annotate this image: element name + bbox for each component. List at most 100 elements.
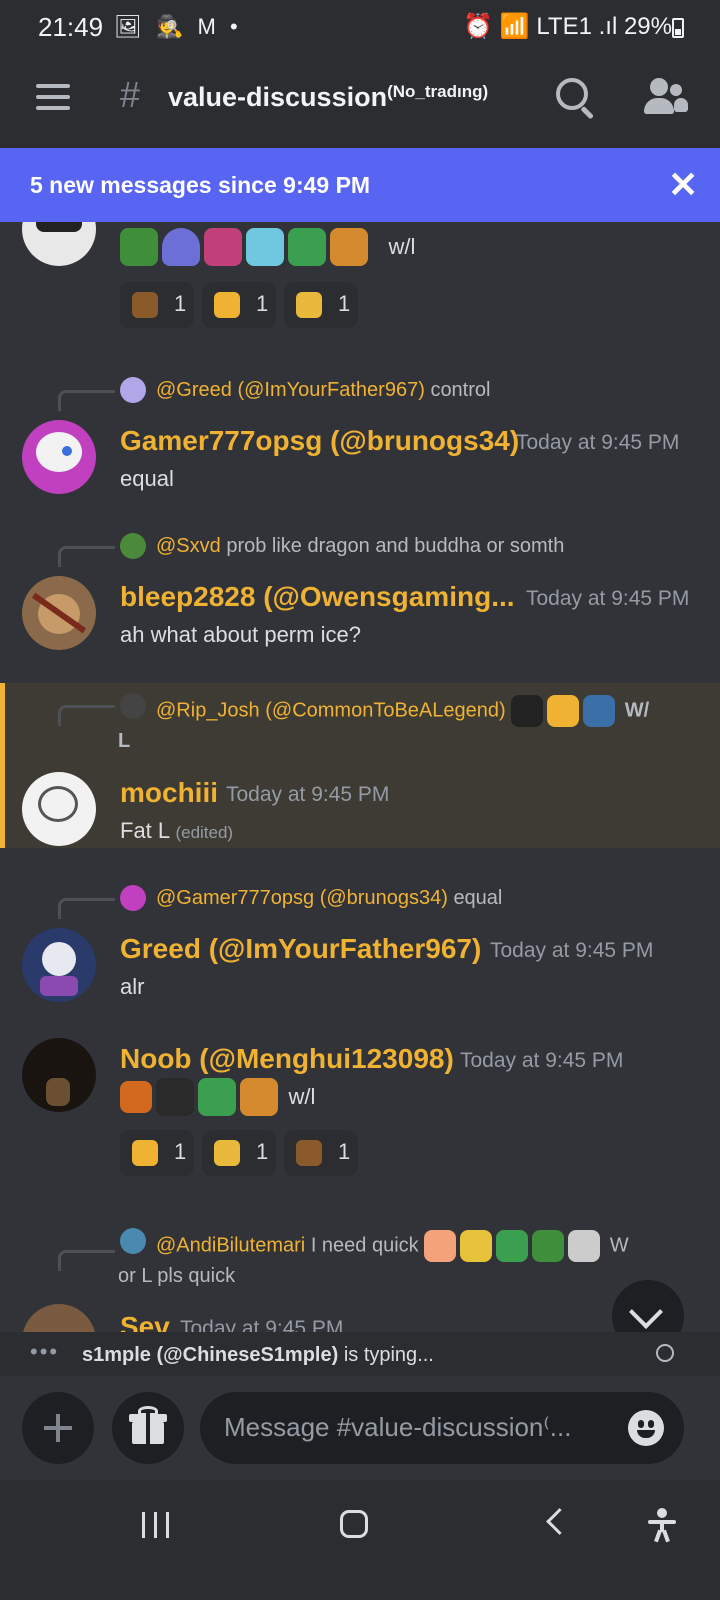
offer-want-emoji	[496, 1230, 529, 1262]
fruit-emoji	[120, 1081, 152, 1113]
reactions: 111	[120, 282, 366, 333]
reaction-poop[interactable]: 1	[120, 282, 194, 328]
reply-avatar[interactable]	[120, 885, 146, 911]
typing-text: s1mple (@ChineseS1mple) is typing...	[82, 1344, 434, 1366]
reply-preview-cont: L	[118, 730, 131, 752]
avatar[interactable]	[22, 222, 96, 266]
channel-title[interactable]: value-discussion(No_tradıng)	[168, 82, 488, 113]
message-input-placeholder: Message #value-discussion⁽...	[224, 1412, 572, 1442]
hash-lock-icon: #	[120, 74, 141, 115]
message-list[interactable]: w/l 111 @Greed (@ImYourFather967) contro…	[0, 222, 720, 1332]
typing-indicator: ••• s1mple (@ChineseS1mple) is typing...	[0, 1332, 720, 1376]
poop-icon	[132, 292, 158, 318]
reply-connector	[58, 1250, 115, 1271]
slowmode-icon	[656, 1344, 674, 1362]
pink-creature-emoji	[204, 228, 242, 266]
username[interactable]: bleep2828 (@Owensgaming...	[120, 581, 515, 613]
status-bar: 21:49 🖼 🕵 M • ⏰ 📶 LTE1 .ıl 29%	[0, 0, 720, 52]
reply-connector	[58, 390, 115, 411]
gift-button[interactable]	[112, 1392, 184, 1464]
message-text: alr	[120, 974, 145, 999]
trophy-icon	[132, 1140, 158, 1166]
equal-handshake-icon	[296, 292, 322, 318]
reply-avatar[interactable]	[120, 377, 146, 403]
avatar[interactable]	[22, 772, 96, 846]
reply-preview-cont: or L pls quick	[118, 1265, 236, 1287]
reply-avatar[interactable]	[120, 693, 146, 719]
home-icon[interactable]	[340, 1510, 368, 1538]
notification-icons: 🖼 🕵 M •	[114, 14, 242, 39]
typing-dots-icon: •••	[30, 1339, 60, 1364]
message-composer: Message #value-discussion⁽...	[0, 1376, 720, 1480]
reply-connector	[58, 898, 115, 919]
close-icon[interactable]: ✕	[668, 164, 698, 206]
username[interactable]: Noob (@Menghui123098)	[120, 1043, 454, 1075]
avatar[interactable]	[22, 928, 96, 1002]
message-text: w/l	[388, 234, 416, 259]
message-text: Fat L (edited)	[120, 818, 234, 843]
reply-preview[interactable]: @Sxvd prob like dragon and buddha or som…	[156, 535, 564, 558]
username[interactable]: mochiii	[120, 777, 218, 809]
reply-avatar[interactable]	[120, 533, 146, 559]
emoji-picker-icon[interactable]	[628, 1410, 664, 1446]
timestamp: Today at 9:45 PM	[516, 431, 680, 454]
dragon-emoji	[532, 1230, 565, 1262]
reaction-equal[interactable]: 1	[202, 1130, 276, 1176]
timestamp: Today at 9:45 PM	[460, 1049, 624, 1072]
dragon-emoji	[120, 228, 158, 266]
offer-want-emoji	[198, 1078, 236, 1116]
reaction-equal[interactable]: 1	[284, 282, 358, 328]
recent-apps-icon[interactable]	[142, 1512, 170, 1538]
reaction-trophy[interactable]: 1	[120, 1130, 194, 1176]
buddha-emoji	[460, 1230, 493, 1262]
back-icon[interactable]	[546, 1508, 573, 1535]
reply-preview[interactable]: @Gamer777opsg (@brunogs34) equal	[156, 887, 502, 910]
menu-icon[interactable]	[36, 84, 70, 110]
edited-label: (edited)	[175, 823, 234, 842]
username[interactable]: Gamer777opsg (@brunogs34)	[120, 425, 519, 457]
username[interactable]: Sev	[120, 1311, 170, 1332]
trophy-icon	[214, 292, 240, 318]
tiger-emoji	[330, 228, 368, 266]
reply-preview[interactable]: @AndiBilutemari I need quick W	[156, 1230, 629, 1262]
avatar[interactable]	[22, 420, 96, 494]
tornado-emoji	[246, 228, 284, 266]
add-attachment-button[interactable]	[22, 1392, 94, 1464]
reply-preview[interactable]: @Rip_Josh (@CommonToBeALegend) W/	[156, 695, 649, 727]
new-messages-banner[interactable]: 5 new messages since 9:49 PM ✕	[0, 148, 720, 222]
username[interactable]: Greed (@ImYourFather967)	[120, 933, 481, 965]
reply-connector	[58, 705, 115, 726]
portal-emoji	[583, 695, 616, 727]
reply-avatar[interactable]	[120, 1228, 146, 1254]
timestamp: Today at 9:45 PM	[490, 939, 654, 962]
search-icon[interactable]	[556, 78, 588, 110]
avatar[interactable]	[22, 576, 96, 650]
message-emoji-row: w/l	[120, 1078, 315, 1116]
channel-suffix: (No_tradıng)	[387, 82, 489, 101]
pointing-hand-emoji	[547, 695, 580, 727]
timestamp: Today at 9:45 PM	[180, 1317, 344, 1332]
message-text: ah what about perm ice?	[120, 622, 361, 647]
message-emoji-row: w/l	[120, 228, 415, 266]
comet-emoji	[424, 1230, 457, 1262]
timestamp: Today at 9:45 PM	[226, 783, 390, 806]
system-indicators: ⏰ 📶 LTE1 .ıl 29%	[463, 13, 672, 40]
reply-connector	[58, 546, 115, 567]
chevron-down-icon	[629, 1295, 663, 1329]
dark-figure-emoji	[156, 1078, 194, 1116]
avatar[interactable]	[22, 1304, 96, 1332]
accessibility-icon[interactable]	[648, 1508, 676, 1543]
reaction-trophy[interactable]: 1	[202, 282, 276, 328]
reply-preview[interactable]: @Greed (@ImYourFather967) control	[156, 379, 490, 402]
offer-want-emoji	[288, 228, 326, 266]
members-icon[interactable]	[644, 78, 688, 118]
reaction-poop[interactable]: 1	[284, 1130, 358, 1176]
message-input[interactable]: Message #value-discussion⁽...	[200, 1392, 684, 1464]
battery-icon	[672, 18, 684, 38]
poop-icon	[296, 1140, 322, 1166]
avatar[interactable]	[22, 1038, 96, 1112]
timestamp: Today at 9:45 PM	[526, 587, 690, 610]
message-text: equal	[120, 466, 174, 491]
banner-text: 5 new messages since 9:49 PM	[30, 172, 371, 198]
dark-figure-emoji	[511, 695, 544, 727]
